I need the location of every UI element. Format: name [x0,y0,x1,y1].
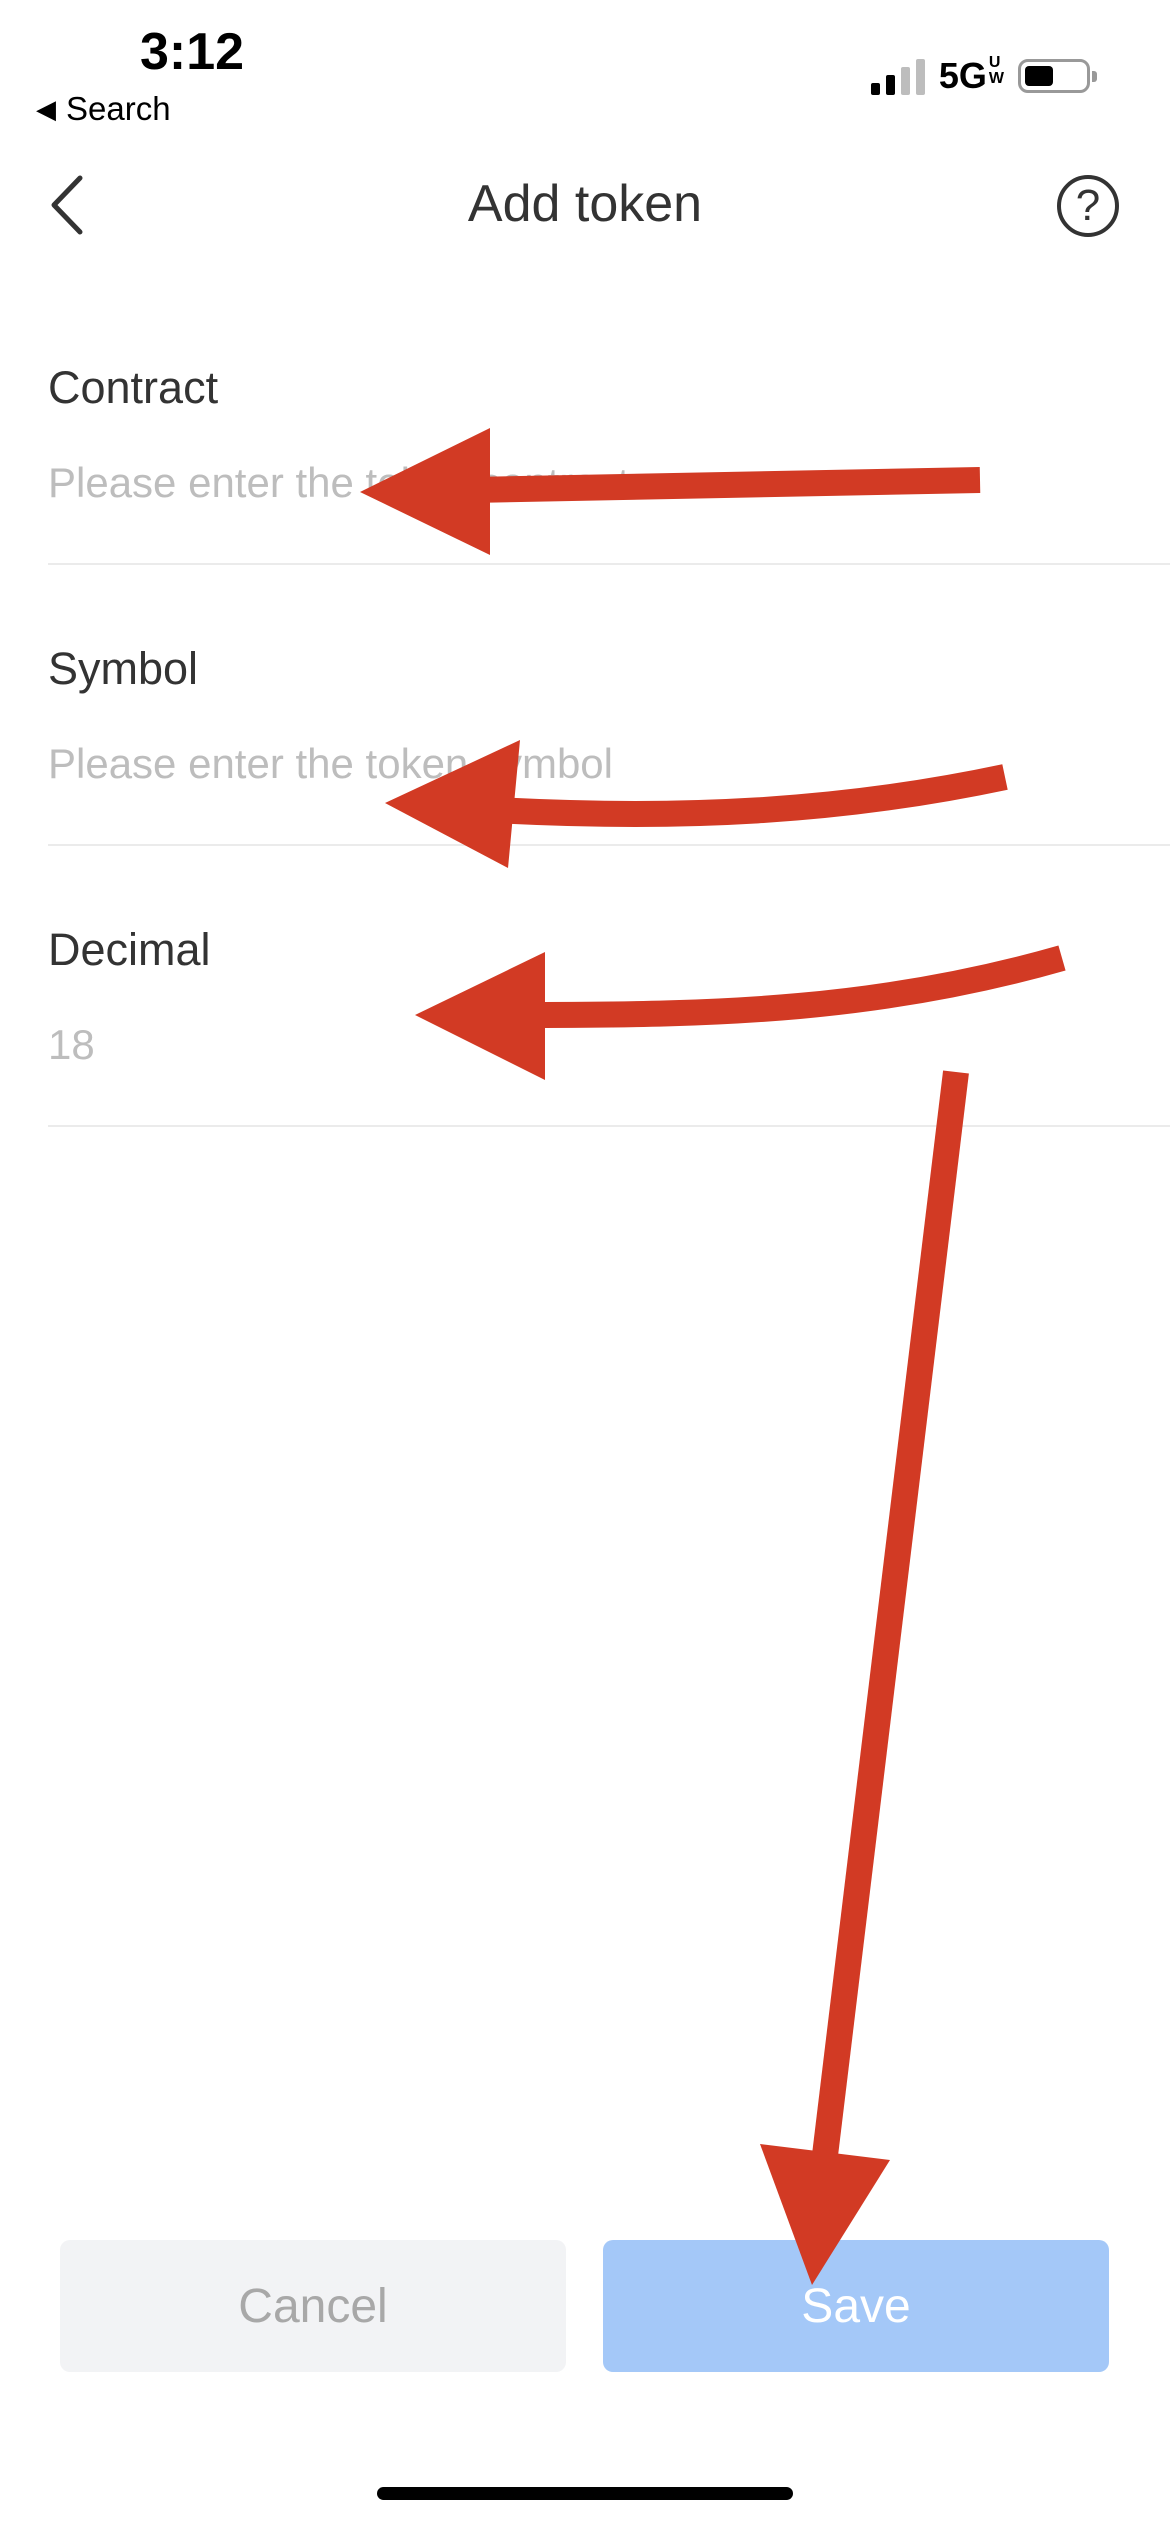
home-indicator [377,2487,793,2500]
contract-label: Contract [48,362,219,413]
arrow-to-save [809,1070,969,2182]
contract-divider [48,563,1170,565]
page-title: Add token [467,175,703,233]
decimal-field: Decimal [48,924,1170,1069]
status-indicators: 5G UW [870,54,1097,97]
symbol-label: Symbol [48,643,199,694]
save-button[interactable]: Save [603,2240,1109,2372]
symbol-divider [48,844,1170,846]
add-token-screen: 3:12 ◀ Search 5G UW Add token ? Contract… [0,0,1170,2532]
symbol-field: Symbol [48,643,1170,788]
contract-input[interactable] [48,459,1048,507]
back-to-search-link[interactable]: ◀ Search [36,90,171,128]
signal-bars-icon [870,57,925,95]
question-circle-icon: ? [1075,181,1101,230]
decimal-divider [48,1125,1170,1127]
battery-icon [1018,59,1097,93]
decimal-input[interactable] [48,1021,1048,1069]
symbol-input[interactable] [48,740,1048,788]
decimal-label: Decimal [48,924,211,975]
contract-field: Contract [48,362,1170,507]
status-time: 3:12 [140,23,245,81]
back-app-label: Search [66,90,171,127]
cancel-button[interactable]: Cancel [60,2240,566,2372]
help-button[interactable]: ? [1057,175,1119,237]
back-triangle-icon: ◀ [36,93,56,124]
network-label: 5G UW [938,54,1004,97]
